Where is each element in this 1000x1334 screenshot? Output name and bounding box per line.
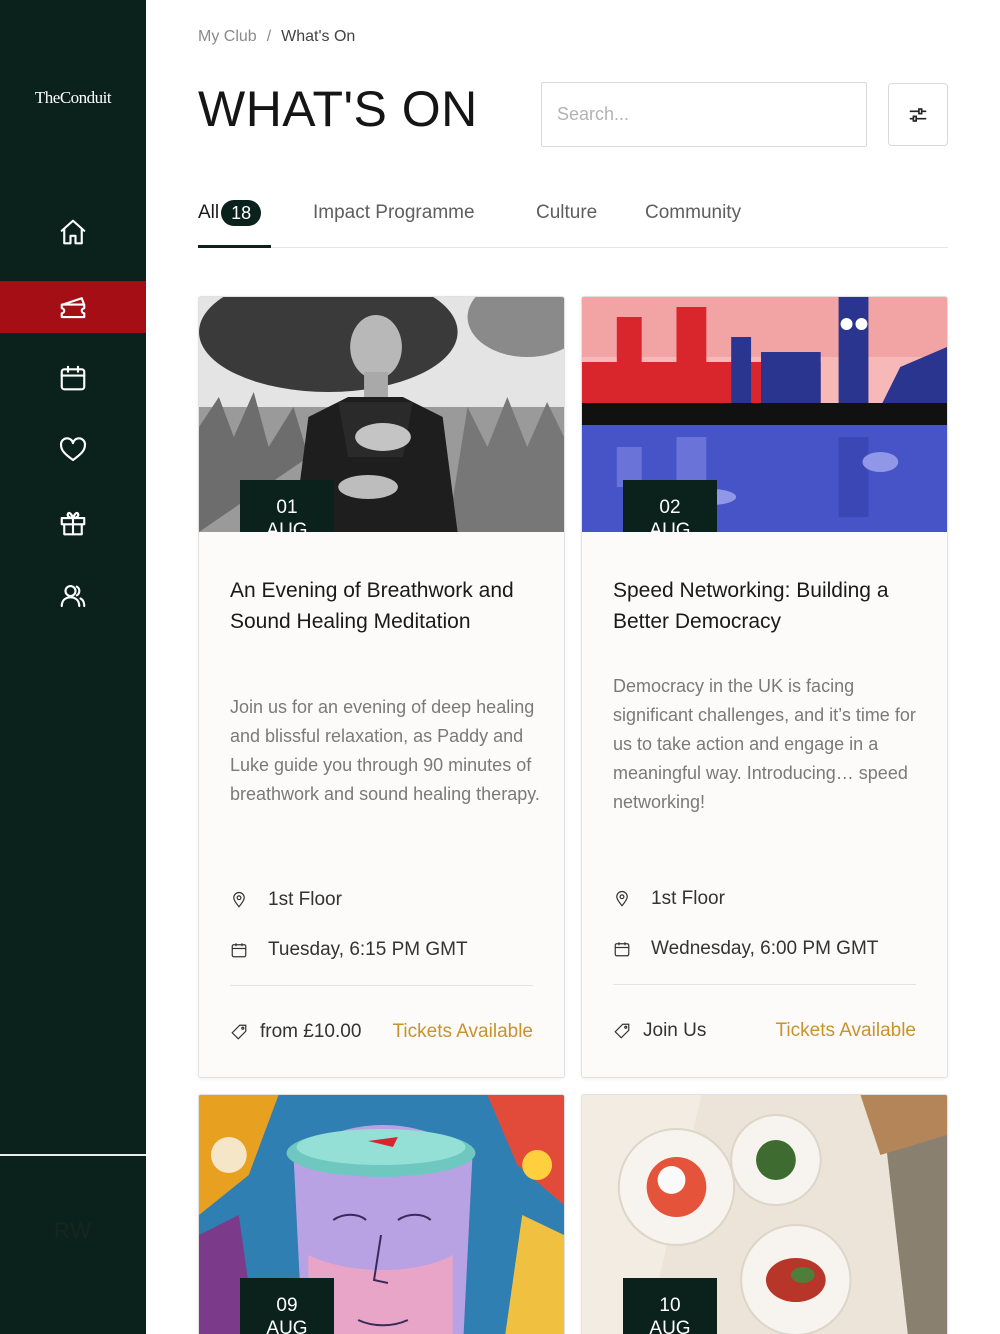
event-title[interactable]: An Evening of Breathwork and Sound Heali… xyxy=(230,575,535,637)
event-location: 1st Floor xyxy=(230,889,342,911)
tab-culture[interactable]: Culture xyxy=(536,196,597,248)
event-date-badge: 02 AUG xyxy=(623,480,717,532)
event-date-badge: 01 AUG xyxy=(240,480,334,532)
tickets-available-link[interactable]: Tickets Available xyxy=(776,1020,916,1042)
nav-favourites[interactable] xyxy=(0,424,146,476)
breadcrumb-separator: / xyxy=(266,28,272,45)
members-icon xyxy=(60,584,86,608)
event-ticket-row: from £10.00 Tickets Available xyxy=(230,1021,533,1043)
user-avatar[interactable]: RW xyxy=(0,1218,146,1244)
event-day: 02 xyxy=(659,497,681,518)
event-ticket-row: Join Us Tickets Available xyxy=(613,1020,916,1042)
breadcrumb: My Club / What's On xyxy=(198,28,355,46)
sidebar-divider xyxy=(0,1154,146,1156)
tab-impact-programme[interactable]: Impact Programme xyxy=(313,196,475,248)
nav-members[interactable] xyxy=(0,570,146,622)
event-card[interactable]: 02 AUG Speed Networking: Building a Bett… xyxy=(581,296,948,1078)
calendar-icon xyxy=(60,365,86,391)
nav-home[interactable] xyxy=(0,206,146,258)
event-time: Tuesday, 6:15 PM GMT xyxy=(230,939,468,961)
event-description: Join us for an evening of deep healing a… xyxy=(230,697,540,804)
event-image-dining: 10 AUG xyxy=(582,1095,947,1334)
event-description: Democracy in the UK is facing significan… xyxy=(613,676,916,812)
home-icon xyxy=(60,219,86,245)
event-image-psychedelic: 09 AUG xyxy=(199,1095,564,1334)
event-month: AUG xyxy=(649,1318,691,1334)
ticket-icon xyxy=(60,297,86,319)
event-day: 10 xyxy=(659,1295,681,1316)
event-price: Join Us xyxy=(643,1020,707,1041)
event-card[interactable]: 09 AUG xyxy=(198,1094,565,1334)
tag-icon xyxy=(231,1024,247,1040)
tab-all-label: All xyxy=(198,202,220,223)
event-card[interactable]: 10 AUG xyxy=(581,1094,948,1334)
breadcrumb-current: What's On xyxy=(281,28,356,45)
event-day: 09 xyxy=(276,1295,298,1316)
breadcrumb-my-club[interactable]: My Club xyxy=(198,28,257,46)
sliders-icon xyxy=(909,107,927,122)
tab-community[interactable]: Community xyxy=(645,196,741,248)
tab-all[interactable]: All 18 xyxy=(198,196,271,248)
event-date-badge: 09 AUG xyxy=(240,1278,334,1334)
search-input[interactable] xyxy=(541,82,867,147)
event-card[interactable]: 01 AUG An Evening of Breathwork and Soun… xyxy=(198,296,565,1078)
card-divider xyxy=(613,984,916,985)
event-month: AUG xyxy=(266,520,308,532)
location-pin-icon xyxy=(233,891,245,908)
calendar-icon xyxy=(614,942,630,957)
category-tabs: All 18 Impact Programme Culture Communit… xyxy=(198,196,948,248)
event-location: 1st Floor xyxy=(613,888,725,910)
event-month: AUG xyxy=(649,520,691,532)
filter-button[interactable] xyxy=(888,83,948,146)
event-time: Wednesday, 6:00 PM GMT xyxy=(613,938,878,960)
brand-logo[interactable]: TheConduit xyxy=(0,88,146,108)
event-day: 01 xyxy=(276,497,298,518)
nav-benefits[interactable] xyxy=(0,497,146,549)
event-title[interactable]: Speed Networking: Building a Better Demo… xyxy=(613,575,918,637)
tab-all-count-badge: 18 xyxy=(221,200,262,226)
tag-icon xyxy=(614,1023,630,1039)
location-pin-icon xyxy=(616,890,628,907)
event-image-democracy: 02 AUG xyxy=(582,297,947,532)
tickets-available-link[interactable]: Tickets Available xyxy=(393,1021,533,1043)
gift-icon xyxy=(60,511,86,536)
page-title: WHAT'S ON xyxy=(198,81,478,137)
event-image-breathwork: 01 AUG xyxy=(199,297,564,532)
nav-events[interactable] xyxy=(0,281,146,333)
sidebar: TheConduit RW xyxy=(0,0,146,1334)
calendar-icon xyxy=(231,943,247,958)
heart-icon xyxy=(59,437,87,462)
event-price: from £10.00 xyxy=(260,1021,362,1042)
event-month: AUG xyxy=(266,1318,308,1334)
nav-calendar[interactable] xyxy=(0,352,146,404)
card-divider xyxy=(230,985,533,986)
event-date-badge: 10 AUG xyxy=(623,1278,717,1334)
